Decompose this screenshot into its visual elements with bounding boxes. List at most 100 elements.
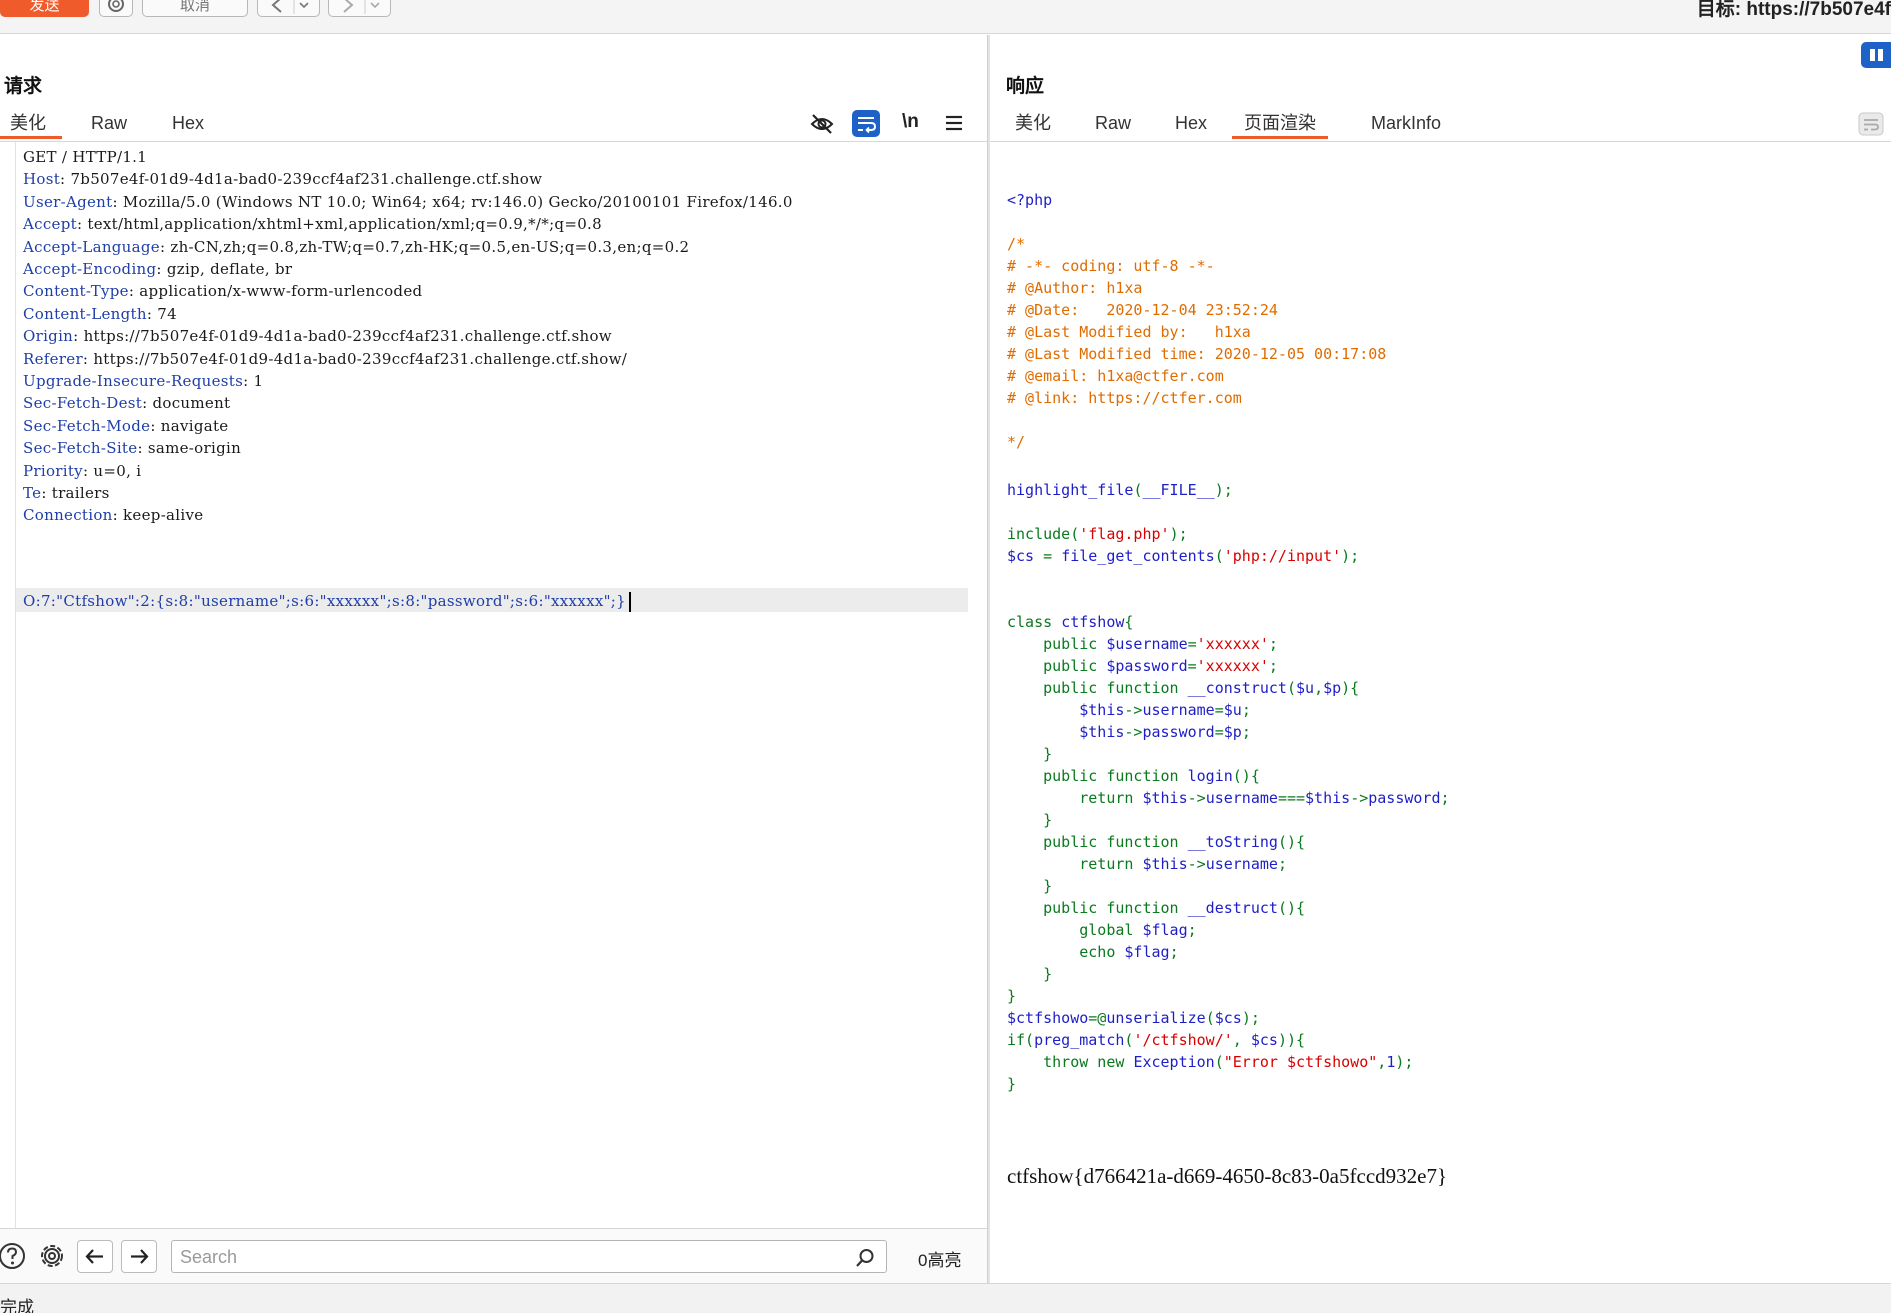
highlight-count: 0高亮 xyxy=(918,1251,962,1270)
search-input[interactable] xyxy=(180,1245,830,1269)
header-separator: : xyxy=(156,260,167,278)
code-line: # @email: h1xa@ctfer.com xyxy=(1007,367,1224,385)
request-header-line[interactable]: Accept: text/html,application/xhtml+xml,… xyxy=(23,213,602,235)
help-icon xyxy=(0,1243,25,1269)
search-next-button[interactable] xyxy=(121,1240,157,1273)
code-line: highlight_file(__FILE__); xyxy=(1007,481,1233,499)
header-name: Connection xyxy=(23,506,113,525)
tab-markinfo[interactable]: MarkInfo xyxy=(1371,107,1441,139)
response-title: 响应 xyxy=(1006,76,1045,97)
request-header-line[interactable]: Content-Length: 74 xyxy=(23,303,177,325)
hide-eye-icon[interactable] xyxy=(810,113,834,135)
header-value: application/x-www-form-urlencoded xyxy=(139,282,423,301)
search-settings-button[interactable] xyxy=(36,1240,72,1273)
header-value: gzip, deflate, br xyxy=(166,260,293,278)
tab-hex[interactable]: Hex xyxy=(172,107,204,139)
request-header-line[interactable]: Host: 7b507e4f-01d9-4d1a-bad0-239ccf4af2… xyxy=(23,168,542,190)
menu-icon[interactable] xyxy=(945,115,963,131)
header-value: 1 xyxy=(253,372,264,390)
back-history-button[interactable] xyxy=(257,0,320,17)
wrap-lines-button[interactable] xyxy=(852,110,880,137)
request-header-line[interactable]: Accept-Language: zh-CN,zh;q=0.8,zh-TW;q=… xyxy=(23,236,689,258)
text-cursor xyxy=(628,592,631,612)
search-icon[interactable] xyxy=(854,1247,876,1269)
request-header-line[interactable]: Sec-Fetch-Mode: navigate xyxy=(23,415,228,437)
search-previous-button[interactable] xyxy=(77,1240,113,1273)
header-name: Priority xyxy=(23,461,83,480)
layout-toggle-button[interactable] xyxy=(1861,42,1891,68)
code-line: public function __toString(){ xyxy=(1007,833,1306,851)
chevron-left-icon xyxy=(270,0,309,14)
header-value: https://7b507e4f-01d9-4d1a-bad0-239ccf4a… xyxy=(83,327,612,346)
header-value: text/html,application/xhtml+xml,applicat… xyxy=(87,215,602,234)
header-separator: : xyxy=(82,461,94,480)
request-header-line[interactable]: Te: trailers xyxy=(23,482,110,504)
tab-hex[interactable]: Hex xyxy=(1175,107,1207,139)
tab-pretty[interactable]: 美化 xyxy=(1015,107,1051,139)
wrap-lines-icon[interactable] xyxy=(1858,112,1884,136)
header-separator: : xyxy=(150,416,161,435)
tab-raw[interactable]: Raw xyxy=(1095,107,1131,139)
header-value: u=0, i xyxy=(93,461,142,480)
request-editor[interactable]: GET / HTTP/1.1 Host: 7b507e4f-01d9-4d1a-b… xyxy=(0,142,987,1228)
header-value: 7b507e4f-01d9-4d1a-bad0-239ccf4af231.cha… xyxy=(70,170,543,189)
header-value: zh-CN,zh;q=0.8,zh-TW;q=0.7,zh-HK;q=0.5,e… xyxy=(170,237,690,256)
request-header-line[interactable]: Accept-Encoding: gzip, deflate, br xyxy=(23,258,292,280)
header-separator: : xyxy=(60,170,71,189)
response-panel: 响应 美化 Raw Hex 页面渲染 MarkInfo <?php /* # -… xyxy=(990,35,1891,1283)
tab-pretty[interactable]: 美化 xyxy=(0,107,62,139)
request-body-line[interactable]: O:7:"Ctfshow":2:{s:8:"username";s:6:"xxx… xyxy=(23,590,631,612)
settings-button[interactable] xyxy=(99,0,133,17)
header-separator: : xyxy=(243,372,254,390)
tab-raw[interactable]: Raw xyxy=(91,107,127,139)
request-header-line[interactable]: User-Agent: Mozilla/5.0 (Windows NT 10.0… xyxy=(23,191,793,213)
header-value: navigate xyxy=(160,416,229,435)
request-header-line[interactable]: Content-Type: application/x-www-form-url… xyxy=(23,280,422,302)
columns-icon xyxy=(1870,49,1883,61)
header-name: Sec-Fetch-Dest xyxy=(23,394,143,413)
request-search-bar: 0高亮 xyxy=(0,1228,987,1283)
header-separator: : xyxy=(41,484,52,502)
send-button[interactable]: 发送 xyxy=(0,0,89,17)
header-name: Referer xyxy=(23,349,83,368)
header-separator: : xyxy=(137,439,148,458)
request-body[interactable]: O:7:"Ctfshow":2:{s:8:"username";s:6:"xxx… xyxy=(23,592,626,610)
request-tabs: 美化 Raw Hex \n xyxy=(0,107,987,139)
code-line: public $username='xxxxxx'; xyxy=(1007,635,1278,653)
request-header-line[interactable]: Upgrade-Insecure-Requests: 1 xyxy=(23,370,263,392)
request-header-line[interactable]: GET / HTTP/1.1 xyxy=(23,146,147,168)
target-label[interactable]: 目标: https://7b507e4f xyxy=(1697,0,1891,21)
header-separator: : xyxy=(82,349,94,368)
header-name: Accept-Encoding xyxy=(23,260,157,278)
header-value: 74 xyxy=(157,304,177,323)
top-toolbar: 发送 取消 目标: https://7b507e4f xyxy=(0,0,1891,34)
code-line: throw new Exception("Error $ctfshowo",1)… xyxy=(1007,1053,1414,1071)
request-header-line[interactable]: Sec-Fetch-Dest: document xyxy=(23,392,230,414)
chevron-right-icon xyxy=(342,0,380,14)
request-header-line[interactable]: Priority: u=0, i xyxy=(23,460,141,482)
header-name: Origin xyxy=(23,327,74,346)
header-separator: : xyxy=(112,192,123,211)
cancel-button[interactable]: 取消 xyxy=(142,0,248,17)
help-button[interactable] xyxy=(0,1240,32,1273)
code-line: public $password='xxxxxx'; xyxy=(1007,657,1278,675)
code-line: } xyxy=(1007,745,1053,763)
code-line: } xyxy=(1007,965,1053,983)
newline-toggle[interactable]: \n xyxy=(902,111,919,133)
request-header-line[interactable]: Origin: https://7b507e4f-01d9-4d1a-bad0-… xyxy=(23,325,612,347)
code-line: # @Last Modified time: 2020-12-05 00:17:… xyxy=(1007,345,1387,363)
code-line: include('flag.php'); xyxy=(1007,525,1188,543)
code-line: # @Author: h1xa xyxy=(1007,279,1143,297)
header-value: keep-alive xyxy=(123,506,204,525)
header-name: User-Agent xyxy=(23,192,113,211)
request-header-line[interactable]: Sec-Fetch-Site: same-origin xyxy=(23,437,241,459)
tab-render[interactable]: 页面渲染 xyxy=(1232,107,1328,139)
forward-history-button[interactable] xyxy=(328,0,391,17)
code-line: /* xyxy=(1007,235,1026,253)
header-value: https://7b507e4f-01d9-4d1a-bad0-239ccf4a… xyxy=(93,349,628,368)
code-line: # @link: https://ctfer.com xyxy=(1007,389,1242,407)
request-header-line[interactable]: Referer: https://7b507e4f-01d9-4d1a-bad0… xyxy=(23,348,627,370)
header-separator: : xyxy=(142,394,153,413)
code-line: } xyxy=(1007,877,1053,895)
request-header-line[interactable]: Connection: keep-alive xyxy=(23,504,203,526)
